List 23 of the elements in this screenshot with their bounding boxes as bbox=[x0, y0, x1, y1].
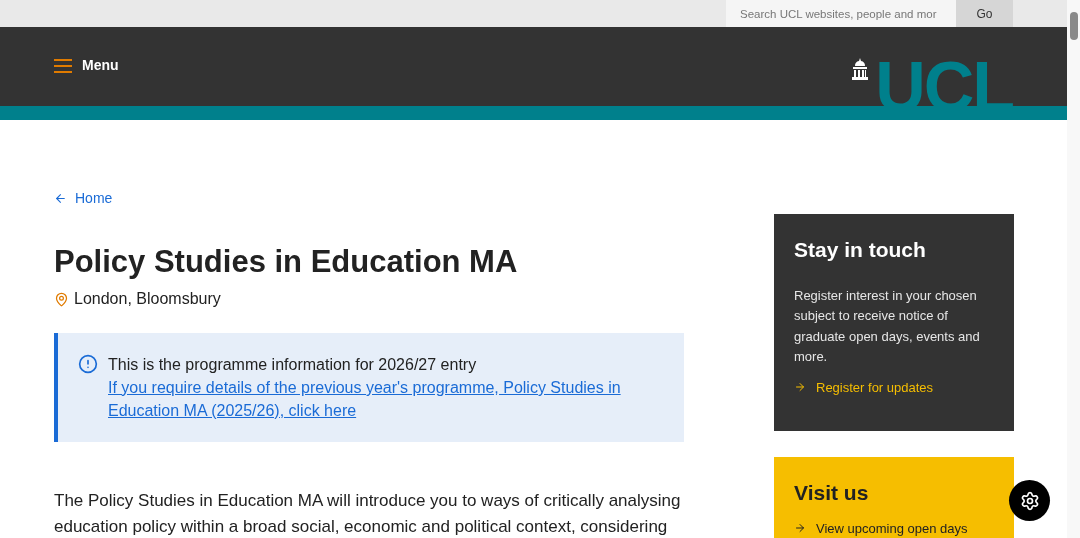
location-pin-icon bbox=[54, 291, 69, 307]
settings-button[interactable] bbox=[1009, 480, 1050, 521]
card-title: Visit us bbox=[794, 480, 870, 506]
previous-year-link[interactable]: If you require details of the previous year's programme, Policy Studies in Education MA (2025/26), click here bbox=[108, 376, 664, 422]
location: London, Bloomsbury bbox=[74, 289, 221, 309]
intro-paragraph: The Policy Studies in Education MA will introduce you to ways of critically analysing education policy within a broad social, economic and political context, considering bbox=[54, 490, 682, 538]
card-link[interactable]: View upcoming open days bbox=[794, 518, 994, 538]
card-text: Register interest in your chosen subject to receive notice of graduate open days, events and more. bbox=[794, 286, 981, 366]
page-title: Policy Studies in Education MA bbox=[54, 243, 519, 281]
search-field[interactable]: Search UCL websites, people and mor bbox=[726, 0, 956, 27]
notice-text: This is the programme information for 2026/27 entry bbox=[108, 355, 478, 375]
arrow-icon bbox=[794, 522, 806, 535]
card-link[interactable]: Register for updates bbox=[794, 377, 994, 397]
building-icon bbox=[851, 58, 870, 80]
settings-icon bbox=[1019, 490, 1040, 511]
go-button[interactable]: Go bbox=[956, 0, 1013, 27]
arrow-icon bbox=[794, 381, 806, 394]
card-title: Stay in touch bbox=[794, 237, 927, 263]
home-link[interactable]: Home bbox=[54, 188, 684, 209]
menu-icon bbox=[54, 58, 72, 73]
menu-button[interactable]: Menu bbox=[54, 55, 119, 76]
back-arrow-icon bbox=[54, 192, 67, 205]
info-icon bbox=[78, 354, 98, 374]
